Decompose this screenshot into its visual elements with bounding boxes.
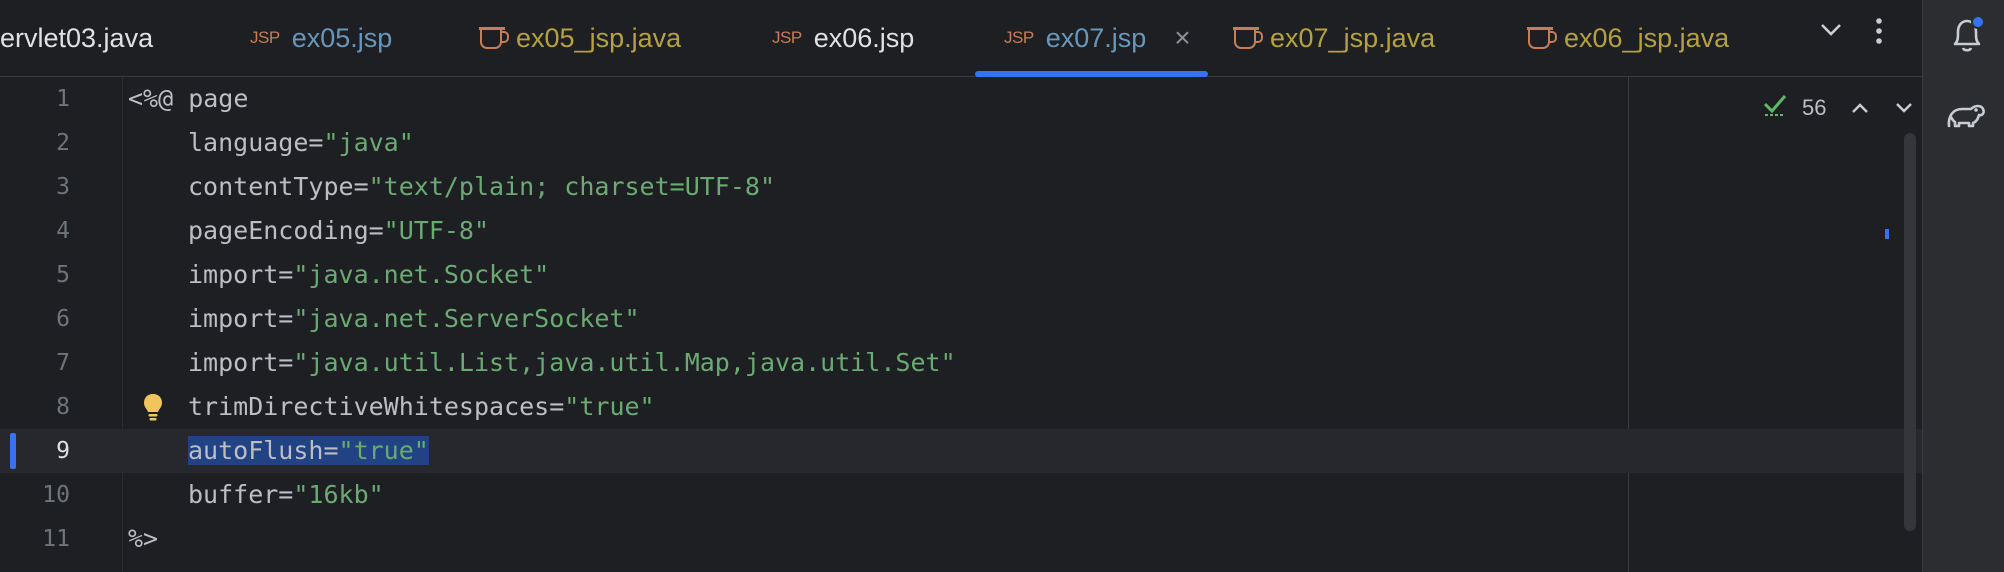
code-text: pageEncoding="UTF-8" <box>188 209 489 253</box>
chevron-down-icon[interactable] <box>1818 16 1844 50</box>
lightbulb-intention-icon[interactable] <box>142 392 164 427</box>
code-text: import="java.util.List,java.util.Map,jav… <box>188 341 956 385</box>
line-number: 7 <box>56 350 70 376</box>
close-icon[interactable]: × <box>1174 22 1190 54</box>
code-text: language="java" <box>188 121 414 165</box>
code-text: <%@ page <box>128 84 249 113</box>
editor-tab-bar: ervlet03.java JSP ex05.jsp ex05_jsp.java… <box>0 0 1922 77</box>
attr-name: pageEncoding= <box>188 216 384 245</box>
tab-ex07-jsp-java[interactable]: ex07_jsp.java <box>1233 0 1436 76</box>
code-line[interactable]: 10 buffer="16kb" <box>0 473 1922 517</box>
attr-value: "UTF-8" <box>383 216 490 245</box>
inspection-count: 56 <box>1802 94 1827 120</box>
code-text: contentType="text/plain; charset=UTF-8" <box>188 165 775 209</box>
code-text: import="java.net.Socket" <box>188 253 549 297</box>
notifications-bell-icon[interactable] <box>1947 14 1987 61</box>
attr-value: "java.net.Socket" <box>293 260 550 289</box>
tab-label: ervlet03.java <box>0 22 154 53</box>
tab-ex05-jsp-java[interactable]: ex05_jsp.java <box>479 0 682 76</box>
code-line[interactable]: 6 import="java.net.ServerSocket" <box>0 297 1922 341</box>
code-line[interactable]: 11 %> <box>0 517 1922 561</box>
line-number: 10 <box>42 482 70 508</box>
line-number: 4 <box>56 218 70 244</box>
tab-label: ex05.jsp <box>291 22 393 53</box>
attr-name: import= <box>188 260 294 289</box>
right-tool-strip <box>1922 0 2004 572</box>
attr-value: "16kb" <box>293 480 384 509</box>
tab-label: ex07_jsp.java <box>1270 22 1436 53</box>
code-text: buffer="16kb" <box>188 473 384 517</box>
tab-ex06-jsp[interactable]: JSP ex06.jsp <box>772 0 914 76</box>
attr-name: import= <box>188 304 294 333</box>
code-line[interactable]: 3 contentType="text/plain; charset=UTF-8… <box>0 165 1922 209</box>
jsp-file-icon: JSP <box>772 28 802 47</box>
attr-name: trimDirectiveWhitespaces= <box>188 392 565 421</box>
code-line[interactable]: 1 <%@ page <box>0 77 1922 121</box>
attr-name: buffer= <box>188 480 294 509</box>
attr-value: "true" <box>564 392 655 421</box>
line-number: 5 <box>56 262 70 288</box>
tab-label: ex06_jsp.java <box>1564 22 1730 53</box>
tab-label: ex07.jsp <box>1045 22 1147 53</box>
code-line[interactable]: 7 import="java.util.List,java.util.Map,j… <box>0 341 1922 385</box>
java-file-icon <box>1233 27 1263 49</box>
attr-value: "java.net.ServerSocket" <box>293 304 640 333</box>
java-file-icon <box>479 27 509 49</box>
java-file-icon <box>1527 27 1557 49</box>
attr-name: autoFlush= <box>188 436 339 465</box>
line-number: 6 <box>56 306 70 332</box>
inspection-widget[interactable]: 56 <box>1762 91 1914 124</box>
chevron-down-icon[interactable] <box>1894 95 1914 121</box>
check-icon <box>1762 91 1788 124</box>
code-line-current[interactable]: 9 autoFlush="true" <box>0 429 1922 473</box>
code-line[interactable]: 8 trimDirectiveWhitespaces="true" <box>0 385 1922 429</box>
code-line[interactable]: 5 import="java.net.Socket" <box>0 253 1922 297</box>
code-editor[interactable]: 1 <%@ page 2 language="java" 3 contentTy… <box>0 77 1922 572</box>
jsp-file-icon: JSP <box>250 28 280 47</box>
scroll-marker <box>1885 229 1889 239</box>
selected-text: autoFlush="true" <box>188 436 429 465</box>
code-text: import="java.net.ServerSocket" <box>188 297 640 341</box>
line-number: 1 <box>56 86 70 112</box>
attr-value: "true" <box>338 436 429 465</box>
tab-ex05-jsp[interactable]: JSP ex05.jsp <box>250 0 392 76</box>
attr-value: "java" <box>323 128 414 157</box>
tab-servlet03-java[interactable]: ervlet03.java <box>0 0 153 76</box>
jsp-file-icon: JSP <box>1004 28 1034 47</box>
attr-value: "text/plain; charset=UTF-8" <box>368 172 776 201</box>
line-number: 2 <box>56 130 70 156</box>
line-number: 3 <box>56 174 70 200</box>
tab-label: ex05_jsp.java <box>516 22 682 53</box>
tab-ex07-jsp[interactable]: JSP ex07.jsp × <box>1004 0 1191 76</box>
vertical-scrollbar[interactable] <box>1904 133 1916 531</box>
attr-name: contentType= <box>188 172 369 201</box>
line-number: 9 <box>56 438 70 464</box>
code-line[interactable]: 4 pageEncoding="UTF-8" <box>0 209 1922 253</box>
code-text: %> <box>128 524 159 553</box>
code-line[interactable]: 2 language="java" <box>0 121 1922 165</box>
attr-value: "java.util.List,java.util.Map,java.util.… <box>293 348 956 377</box>
line-number: 8 <box>56 394 70 420</box>
tab-ex06-jsp-java[interactable]: ex06_jsp.java <box>1527 0 1730 76</box>
attr-name: language= <box>188 128 324 157</box>
line-number: 11 <box>42 526 70 552</box>
more-vertical-icon[interactable] <box>1874 16 1884 54</box>
attr-name: import= <box>188 348 294 377</box>
code-text: trimDirectiveWhitespaces="true" <box>188 385 655 429</box>
chevron-up-icon[interactable] <box>1850 95 1870 121</box>
gradle-elephant-icon[interactable] <box>1945 96 1987 137</box>
tab-label: ex06.jsp <box>813 22 915 53</box>
code-text: autoFlush="true" <box>188 429 429 473</box>
